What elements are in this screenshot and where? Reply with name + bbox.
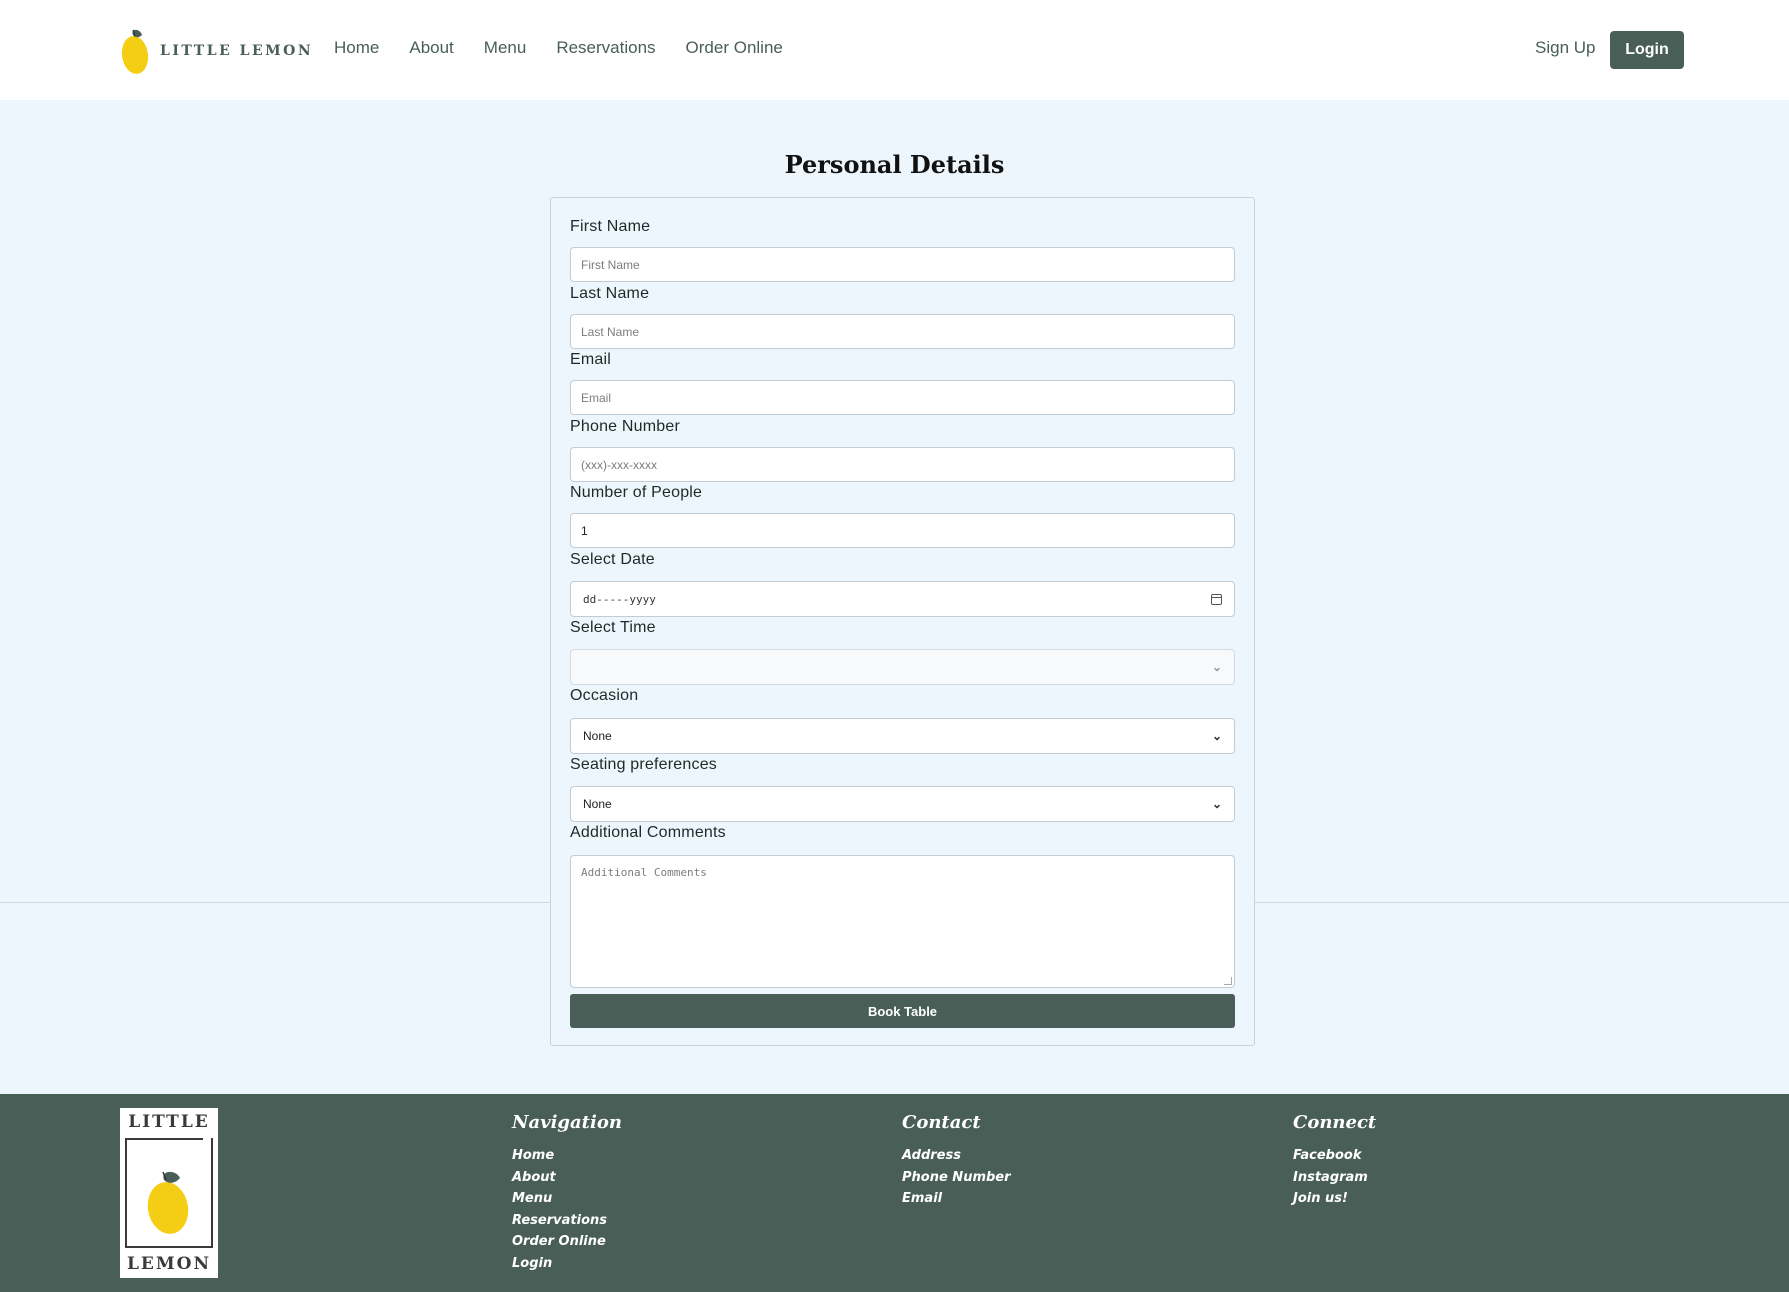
main-nav: Home About Menu Reservations Order Onlin… <box>334 38 783 58</box>
last-name-input[interactable] <box>570 314 1235 349</box>
last-name-label: Last Name <box>570 285 650 302</box>
seating-select[interactable]: None ⌄ <box>570 786 1235 822</box>
footer-link-address[interactable]: Address <box>902 1145 1011 1167</box>
nav-about[interactable]: About <box>409 38 453 58</box>
date-value: dd-----yyyy <box>583 592 656 606</box>
lemon-logo-icon <box>147 1171 189 1234</box>
resize-handle[interactable] <box>1224 977 1232 985</box>
footer-link-order-online[interactable]: Order Online <box>512 1231 622 1253</box>
footer-link-about[interactable]: About <box>512 1167 622 1189</box>
people-label: Number of People <box>570 484 703 501</box>
email-label: Email <box>570 351 612 368</box>
email-input[interactable] <box>570 380 1235 415</box>
footer-logo-top: LITTLE <box>128 1112 210 1132</box>
footer-navigation-heading: Navigation <box>512 1112 622 1133</box>
reservation-form: First Name Last Name Email Phone Number … <box>550 197 1255 1046</box>
footer-connect: Connect Facebook Instagram Join us! <box>1293 1112 1376 1210</box>
first-name-label: First Name <box>570 218 651 235</box>
nav-menu[interactable]: Menu <box>484 38 527 58</box>
seating-value: None <box>583 797 612 811</box>
footer-connect-heading: Connect <box>1293 1112 1377 1133</box>
chevron-down-icon: ⌄ <box>1211 729 1222 743</box>
book-table-button[interactable]: Book Table <box>570 994 1235 1028</box>
page-title: Personal Details <box>784 150 1005 179</box>
footer-link-instagram[interactable]: Instagram <box>1293 1167 1376 1189</box>
nav-order-online[interactable]: Order Online <box>686 38 783 58</box>
footer-link-menu[interactable]: Menu <box>512 1188 622 1210</box>
time-select[interactable]: ⌄ <box>570 649 1235 685</box>
first-name-input[interactable] <box>570 247 1235 282</box>
footer-navigation: Navigation Home About Menu Reservations … <box>512 1112 622 1274</box>
footer-link-reservations[interactable]: Reservations <box>512 1210 622 1232</box>
chevron-down-icon: ⌄ <box>1211 797 1222 811</box>
site-footer: LITTLE LEMON Navigation Home About Menu … <box>0 1094 1789 1292</box>
footer-logo-bottom: LEMON <box>126 1254 212 1274</box>
footer-link-email[interactable]: Email <box>902 1188 1011 1210</box>
footer-link-phone[interactable]: Phone Number <box>902 1167 1011 1189</box>
lemon-logo-icon <box>121 29 149 74</box>
date-input[interactable]: dd-----yyyy <box>570 581 1235 617</box>
signup-link[interactable]: Sign Up <box>1535 38 1595 58</box>
nav-home[interactable]: Home <box>334 38 379 58</box>
occasion-select[interactable]: None ⌄ <box>570 718 1235 754</box>
footer-contact: Contact Address Phone Number Email <box>902 1112 1011 1210</box>
nav-reservations[interactable]: Reservations <box>556 38 655 58</box>
phone-label: Phone Number <box>570 418 681 435</box>
calendar-icon[interactable] <box>1211 593 1222 605</box>
site-logo[interactable]: LITTLE LEMON <box>120 26 313 76</box>
footer-contact-heading: Contact <box>902 1112 981 1133</box>
date-label: Select Date <box>570 551 655 568</box>
comments-placeholder: Additional Comments <box>581 866 707 879</box>
occasion-value: None <box>583 729 612 743</box>
time-label: Select Time <box>570 619 656 636</box>
footer-link-join-us[interactable]: Join us! <box>1293 1188 1376 1210</box>
comments-textarea[interactable]: Additional Comments <box>570 855 1235 988</box>
logo-text: LITTLE LEMON <box>160 43 314 59</box>
chevron-down-icon: ⌄ <box>1211 660 1222 674</box>
footer-link-facebook[interactable]: Facebook <box>1293 1145 1376 1167</box>
comments-label: Additional Comments <box>570 824 726 841</box>
seating-label: Seating preferences <box>570 756 718 773</box>
footer-link-login[interactable]: Login <box>512 1253 622 1275</box>
site-header: LITTLE LEMON Home About Menu Reservation… <box>0 0 1789 100</box>
footer-link-home[interactable]: Home <box>512 1145 622 1167</box>
phone-input[interactable] <box>570 447 1235 482</box>
occasion-label: Occasion <box>570 687 639 704</box>
people-input[interactable] <box>570 513 1235 548</box>
login-button[interactable]: Login <box>1610 31 1684 69</box>
footer-logo[interactable]: LITTLE LEMON <box>120 1108 218 1278</box>
